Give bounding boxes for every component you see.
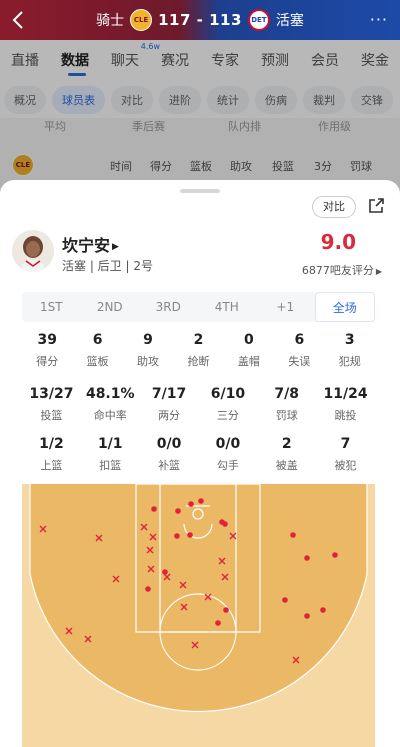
made-shot-marker [162,569,168,575]
stat-tipin: 0/0 补篮 [156,436,182,472]
stat-fg: 13/27 投篮 [29,386,74,422]
made-shot-marker [198,498,204,504]
stat-blocked: 2 被盖 [275,436,298,472]
made-shot-marker [175,508,181,514]
stat-turnovers: 6 失误 [288,332,311,368]
period-1st[interactable]: 1ST [22,292,81,322]
stat-steals: 2 抢断 [187,332,210,368]
stats-row-basic: 39 得分 6 篮板 9 助攻 2 抢断 0 盖帽 6 失误 3 犯规 [22,332,375,369]
made-shot-marker [223,607,229,613]
made-shot-marker [282,597,288,603]
made-shot-marker [332,552,338,558]
made-shot-marker [290,532,296,538]
period-full-game[interactable]: 全场 [314,292,375,322]
player-detail-sheet: 对比 坎宁安 ▶ 活塞 | 后卫 | 2号 9.0 6877吧友评分 ▶ 1ST 2… [0,180,400,747]
stat-fouls: 3 犯规 [338,332,361,368]
stat-dunk: 1/1 扣篮 [97,436,123,472]
stat-2pt: 7/17 两分 [151,386,187,422]
stats-row-shot-types: 1/2 上篮 1/1 扣篮 0/0 补篮 0/0 勾手 2 被盖 7 被犯 [22,436,375,473]
game-score: 117 - 113 [158,11,242,29]
stat-hook: 0/0 勾手 [215,436,241,472]
stat-rebounds: 6 篮板 [86,332,109,368]
stat-layup: 1/2 上篮 [39,436,64,472]
player-team-info: 活塞 | 后卫 | 2号 [62,259,153,273]
stat-fg-pct: 48.1% 命中率 [85,386,135,422]
player-rating: 9.0 [320,230,356,254]
made-shot-marker [222,521,228,527]
made-shot-marker [320,607,326,613]
player-name[interactable]: 坎宁安 ▶ [62,232,119,256]
stats-row-shooting: 13/27 投篮 48.1% 命中率 7/17 两分 6/10 三分 7/8 罚球 11/… [22,386,375,423]
rating-count-link[interactable]: 6877吧友评分 ▶ [302,262,382,278]
away-team-name: 活塞 [275,13,304,29]
period-3rd[interactable]: 3RD [139,292,198,322]
more-options-icon[interactable]: ··· [370,10,388,29]
made-shot-marker [145,586,151,592]
pistons-logo: DET [247,9,270,31]
stat-jumpshot: 11/24 跳投 [323,386,368,422]
compare-button[interactable]: 对比 [312,196,356,218]
scoreboard: 骑士 CLE 117 - 113 DET 活塞 [0,0,400,40]
made-shot-marker [304,613,310,619]
stat-points: 39 得分 [36,332,59,368]
share-icon[interactable] [366,196,386,216]
period-selector: 1ST 2ND 3RD 4TH +1 全场 [22,292,375,322]
game-header: 骑士 CLE 117 - 113 DET 活塞 ··· [0,0,400,40]
made-shot-marker [188,501,194,507]
period-overtime[interactable]: +1 [256,292,315,322]
shot-chart [22,484,375,747]
caret-right-icon: ▶ [112,241,119,252]
stat-ft: 7/8 罚球 [274,386,300,422]
period-4th[interactable]: 4TH [198,292,257,322]
player-avatar [12,230,54,272]
made-shot-marker [304,555,310,561]
made-shot-marker [151,506,157,512]
cavaliers-logo: CLE [130,9,153,31]
stat-fouled: 7 被犯 [334,436,357,472]
made-shot-marker [187,532,193,538]
stat-3pt: 6/10 三分 [210,386,246,422]
drag-handle[interactable] [180,189,220,193]
home-team-name: 骑士 [96,13,125,29]
stat-assists: 9 助攻 [137,332,160,368]
made-shot-marker [215,620,221,626]
shot-chart-court [22,484,375,747]
made-shot-marker [174,533,180,539]
period-2nd[interactable]: 2ND [81,292,140,322]
caret-right-icon: ▶ [375,267,382,276]
stat-blocks: 0 盖帽 [237,332,260,368]
